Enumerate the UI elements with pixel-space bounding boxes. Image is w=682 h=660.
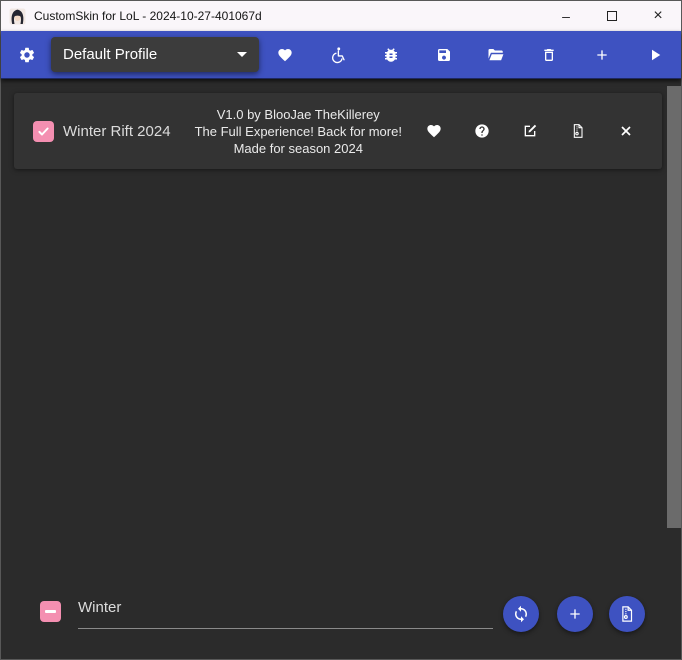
chevron-down-icon [237,52,247,62]
skin-card: Winter Rift 2024 V1.0 by BlooJae TheKill… [14,93,662,169]
refresh-button[interactable] [503,596,539,632]
skin-description: V1.0 by BlooJae TheKillerey The Full Exp… [194,106,402,157]
settings-button[interactable] [9,31,45,79]
zip-file-icon [570,122,586,140]
folder-open-icon [487,46,505,64]
delete-button[interactable] [523,31,576,79]
accessibility-button[interactable] [312,31,365,79]
minimize-icon: – [562,8,570,24]
bug-report-button[interactable] [365,31,418,79]
scrollbar-thumb[interactable] [667,86,681,528]
skin-enabled-checkbox[interactable] [33,121,54,142]
close-button[interactable]: × [635,1,681,31]
plus-icon [567,606,583,622]
skin-card-actions [426,122,662,140]
profile-dropdown[interactable]: Default Profile [51,37,259,72]
heart-icon [277,47,293,63]
toolbar-actions [259,31,681,79]
trash-icon [541,47,557,63]
maximize-icon [607,11,617,21]
mod-list-area: Winter Rift 2024 V1.0 by BlooJae TheKill… [1,79,681,659]
export-zip-button[interactable] [570,122,586,140]
window-title: CustomSkin for LoL - 2024-10-27-401067d [34,9,262,23]
heart-icon [426,123,442,139]
refresh-sync-icon [512,605,530,623]
window-controls: – × [543,1,681,31]
title-bar: CustomSkin for LoL - 2024-10-27-401067d … [1,1,681,31]
gear-icon [18,46,36,64]
profile-dropdown-value: Default Profile [63,46,157,63]
close-icon: × [653,7,662,25]
indeterminate-icon [45,610,56,613]
app-logo-icon [9,8,26,25]
edit-button[interactable] [522,123,538,139]
edit-icon [522,123,538,139]
filter-input[interactable] [78,593,493,629]
question-circle-icon [474,123,490,139]
bug-icon [382,46,400,64]
add-mod-button[interactable] [557,596,593,632]
main-toolbar: Default Profile [1,31,681,79]
app-window: CustomSkin for LoL - 2024-10-27-401067d … [0,0,682,660]
floppy-save-icon [436,47,452,63]
zip-file-icon [618,605,636,623]
run-button[interactable] [628,31,681,79]
remove-button[interactable] [618,124,634,138]
plus-icon [594,47,610,63]
select-all-checkbox[interactable] [40,601,61,622]
skin-name: Winter Rift 2024 [63,123,171,140]
play-icon [646,46,664,64]
close-x-icon [619,124,633,138]
minimize-button[interactable]: – [543,1,589,31]
maximize-button[interactable] [589,1,635,31]
open-folder-button[interactable] [470,31,523,79]
wheelchair-icon [329,46,347,64]
add-button[interactable] [576,31,629,79]
check-icon [36,124,51,139]
favorite-button[interactable] [259,31,312,79]
save-button[interactable] [417,31,470,79]
help-button[interactable] [474,123,490,139]
import-zip-button[interactable] [609,596,645,632]
favorite-button[interactable] [426,123,442,139]
